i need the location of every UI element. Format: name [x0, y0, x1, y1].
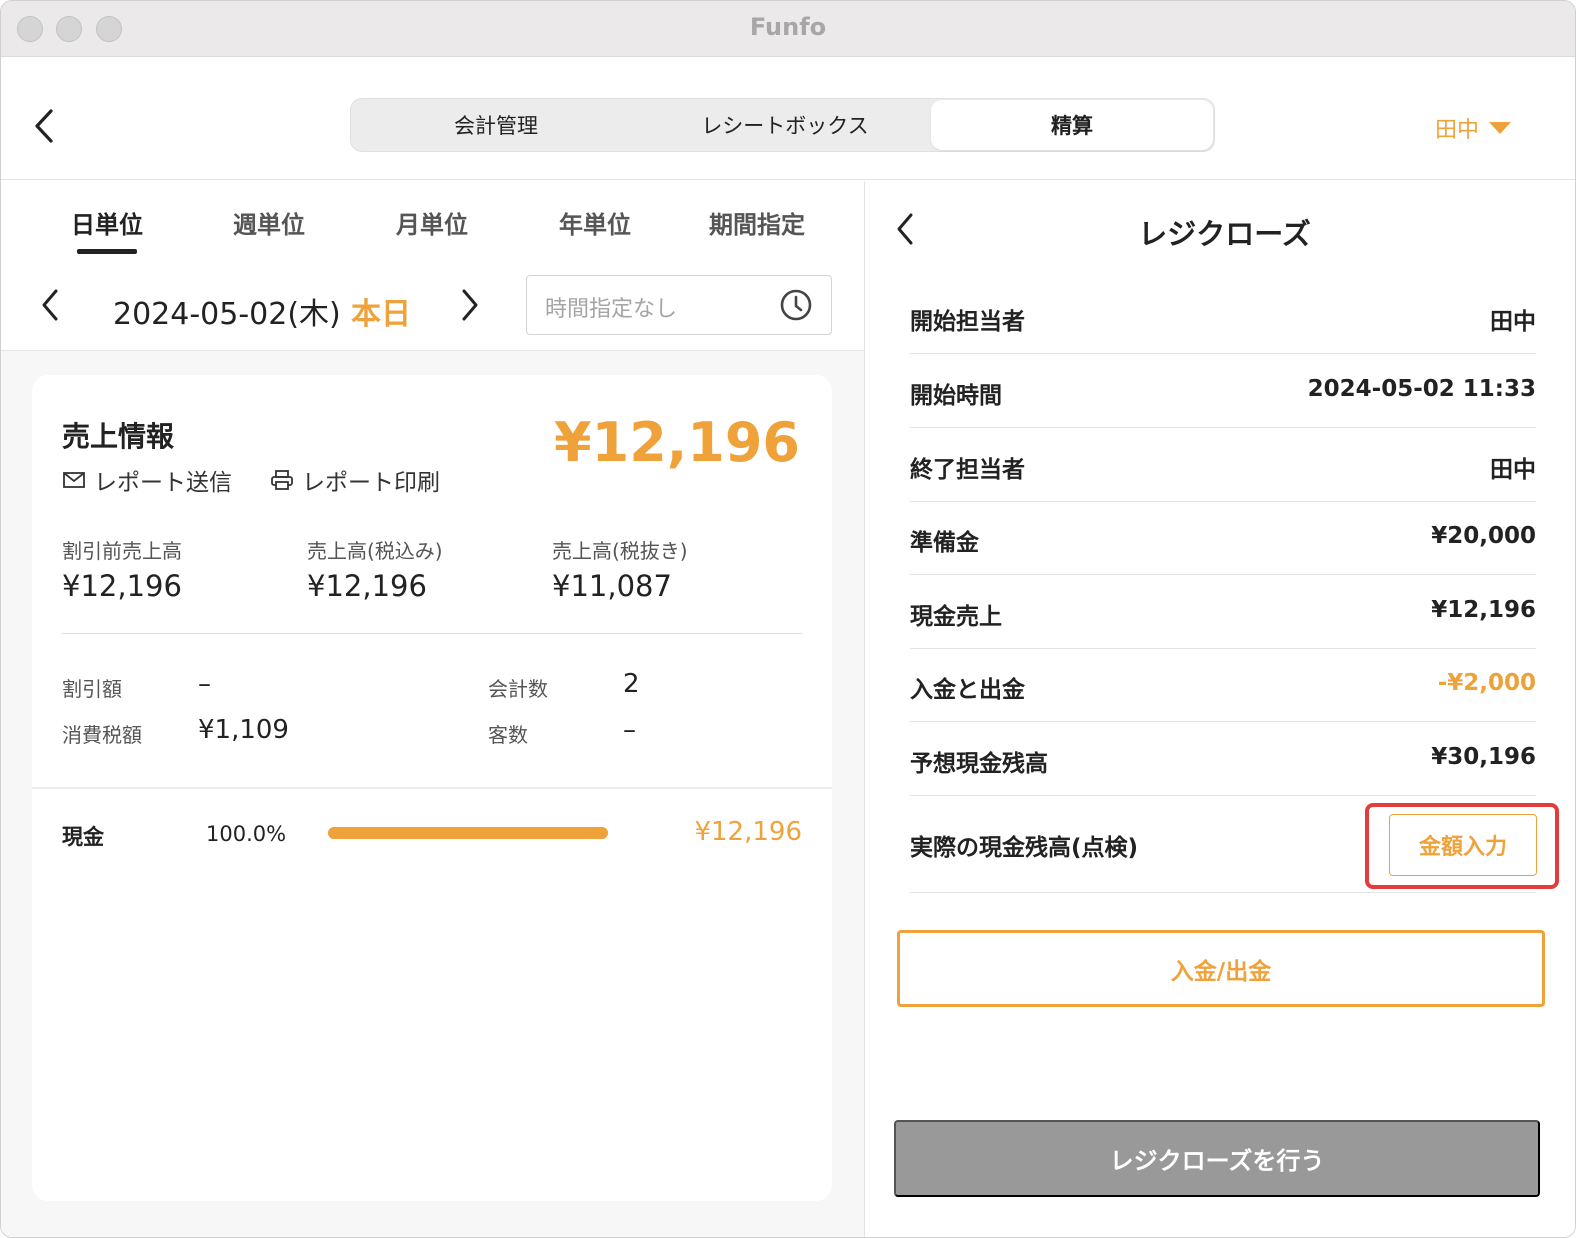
today-label: 本日 — [351, 297, 411, 332]
stat-label: 売上高(税込み) — [307, 539, 443, 563]
stat-label: 売上高(税抜き) — [552, 539, 688, 563]
date-navigator: 2024-05-02(木) 本日 時間指定なし — [1, 271, 864, 351]
mail-icon — [63, 472, 85, 488]
stat-value: ¥11,087 — [552, 569, 672, 603]
current-date: 2024-05-02(木) — [113, 297, 341, 332]
stat-value: ¥12,196 — [62, 569, 182, 603]
print-report-label: レポート印刷 — [302, 470, 440, 496]
tab-monthly[interactable]: 月単位 — [394, 205, 470, 240]
payment-share-fill — [328, 827, 608, 839]
payment-amount: ¥12,196 — [694, 817, 802, 847]
back-button[interactable] — [29, 106, 59, 146]
app-header: 会計管理 レシートボックス 精算 田中 — [1, 58, 1575, 180]
info-row-end-staff: 終了担当者 田中 — [910, 428, 1536, 502]
info-row-start-staff: 開始担当者 田中 — [910, 280, 1536, 354]
row-value: ¥12,196 — [1431, 597, 1536, 623]
row-value: 2024-05-02 11:33 — [1307, 376, 1536, 402]
row-label: 現金売上 — [910, 604, 1002, 630]
tab-custom-period[interactable]: 期間指定 — [707, 205, 807, 240]
tab-yearly[interactable]: 年単位 — [557, 205, 633, 240]
next-day-button[interactable] — [455, 285, 485, 325]
row-label: 実際の現金残高(点検) — [910, 835, 1139, 861]
sales-total: ¥12,196 — [554, 411, 800, 474]
row-value: 田中 — [1490, 457, 1536, 483]
row-value: ¥20,000 — [1431, 523, 1536, 549]
discount-value: – — [198, 669, 211, 699]
user-name: 田中 — [1435, 118, 1480, 143]
payment-percent: 100.0% — [206, 822, 287, 846]
transaction-count-value: 2 — [623, 669, 640, 699]
time-range-field[interactable]: 時間指定なし — [526, 275, 832, 335]
send-report-label: レポート送信 — [94, 470, 232, 496]
cash-in-out-button[interactable]: 入金/出金 — [897, 930, 1545, 1007]
printer-icon — [271, 470, 293, 490]
chevron-left-icon — [35, 109, 53, 143]
tab-daily[interactable]: 日単位 — [69, 205, 145, 240]
sales-info-card: 売上情報 ¥12,196 レポート送信 レポート印刷 割引前売上高 ¥12,19… — [32, 375, 832, 1201]
row-label: 開始時間 — [910, 383, 1002, 409]
register-close-title: レジクローズ — [1138, 217, 1311, 251]
user-menu[interactable]: 田中 — [1435, 112, 1512, 144]
row-label: 準備金 — [910, 530, 979, 556]
row-value: ¥30,196 — [1431, 744, 1536, 770]
info-row-float: 準備金 ¥20,000 — [910, 501, 1536, 575]
info-row-cash-in-out: 入金と出金 -¥2,000 — [910, 648, 1536, 722]
info-row-expected-cash: 予想現金残高 ¥30,196 — [910, 722, 1536, 796]
enter-amount-button[interactable]: 金額入力 — [1389, 814, 1537, 876]
print-report-link[interactable]: レポート印刷 — [270, 463, 440, 497]
chevron-right-icon — [462, 289, 478, 321]
payment-method-label: 現金 — [62, 825, 104, 849]
row-value: -¥2,000 — [1437, 670, 1536, 696]
info-row-cash-sales: 現金売上 ¥12,196 — [910, 575, 1536, 649]
time-range-placeholder: 時間指定なし — [545, 297, 678, 322]
main-segmented-control: 会計管理 レシートボックス 精算 — [350, 98, 1215, 152]
previous-day-button[interactable] — [35, 285, 65, 325]
tab-settlement[interactable]: 精算 — [931, 100, 1213, 150]
title-bar: Funfo — [1, 1, 1575, 57]
sales-pane: 日単位 週単位 月単位 年単位 期間指定 2024-05-02(木) 本日 時間… — [1, 181, 865, 1237]
row-label: 終了担当者 — [910, 457, 1025, 483]
discount-label: 割引額 — [62, 677, 122, 701]
chevron-left-icon — [42, 289, 58, 321]
payment-share-bar — [328, 827, 608, 839]
customer-count-value: – — [623, 715, 636, 745]
tax-label: 消費税額 — [62, 723, 142, 747]
divider — [62, 633, 802, 634]
register-close-pane: レジクローズ 開始担当者 田中 開始時間 2024-05-02 11:33 終了… — [866, 181, 1575, 1237]
customer-count-label: 客数 — [488, 723, 528, 747]
clock-icon — [780, 289, 812, 321]
sales-info-title: 売上情報 — [62, 420, 175, 453]
row-label: 入金と出金 — [910, 677, 1025, 703]
transaction-count-label: 会計数 — [488, 677, 548, 701]
divider — [32, 787, 832, 789]
tab-accounting[interactable]: 会計管理 — [351, 99, 641, 151]
stat-value: ¥12,196 — [307, 569, 427, 603]
stat-label: 割引前売上高 — [62, 539, 182, 563]
row-label: 開始担当者 — [910, 309, 1025, 335]
row-value: 田中 — [1490, 309, 1536, 335]
app-window: Funfo 会計管理 レシートボックス 精算 田中 日単位 週単位 月単位 年単… — [0, 0, 1576, 1238]
tab-weekly[interactable]: 週単位 — [231, 205, 307, 240]
period-tabs: 日単位 週単位 月単位 年単位 期間指定 — [1, 181, 864, 271]
caret-down-icon — [1489, 122, 1512, 134]
window-title: Funfo — [749, 13, 827, 41]
close-register-button[interactable]: レジクローズを行う — [894, 1120, 1540, 1197]
info-row-start-time: 開始時間 2024-05-02 11:33 — [910, 354, 1536, 428]
send-report-link[interactable]: レポート送信 — [62, 463, 232, 497]
tab-receipt-box[interactable]: レシートボックス — [641, 99, 929, 151]
row-label: 予想現金残高 — [910, 751, 1048, 777]
tax-value: ¥1,109 — [198, 715, 289, 745]
active-tab-indicator — [77, 249, 137, 254]
